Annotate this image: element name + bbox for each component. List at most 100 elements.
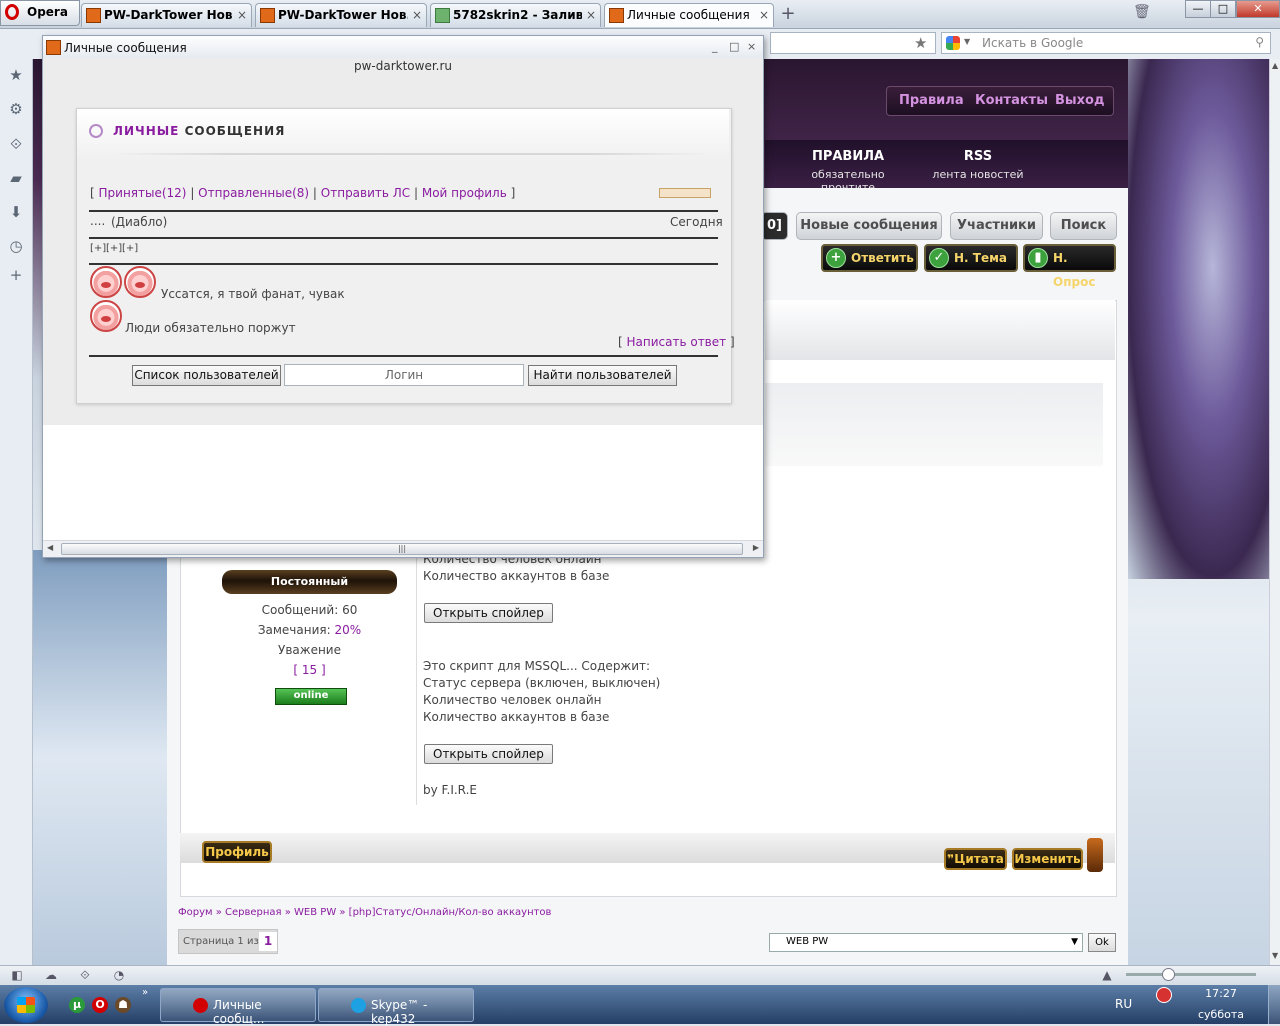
forum-tab-search[interactable]: Поиск [1050, 212, 1117, 240]
pm-nav-profile[interactable]: Мой профиль [422, 186, 507, 200]
gear-icon[interactable]: ⚙ [8, 101, 24, 117]
skype-tray-icon[interactable] [1156, 987, 1172, 1003]
close-tab-icon[interactable]: × [759, 8, 769, 22]
open-spoiler-button[interactable]: Открыть спойлер [424, 744, 553, 764]
pm-message-from[interactable]: (Диабло) [111, 215, 167, 229]
close-window-button[interactable]: ✕ [1236, 0, 1280, 18]
pm-nav-sent[interactable]: Отправленные(8) [198, 186, 309, 200]
taskbar-item-opera[interactable]: Личные сообщ... [160, 988, 316, 1026]
tab-personal-messages[interactable]: Личные сообщения × [604, 3, 774, 27]
show-desktop-button[interactable] [1268, 985, 1280, 1024]
expand-button[interactable]: [+] [106, 243, 122, 254]
add-panel-icon[interactable]: + [8, 267, 24, 283]
edit-button[interactable]: Изменить [1012, 848, 1083, 870]
opera-status-bar [0, 965, 1280, 986]
page-link-current[interactable]: 1 [259, 932, 277, 951]
opera-menu-button[interactable]: Opera [0, 0, 80, 26]
popup-close-button[interactable]: × [747, 40, 756, 53]
game-launcher-icon[interactable]: ☗ [115, 997, 131, 1013]
pm-divider [89, 210, 718, 212]
unite-icon[interactable]: ⟐ [78, 968, 92, 982]
speed-dial-icon[interactable]: ◔ [112, 968, 126, 982]
scroll-thumb[interactable]: ||| [61, 543, 743, 555]
scroll-down-icon[interactable]: ▼ [1272, 951, 1278, 960]
user-list-button[interactable]: Список пользователей [132, 365, 281, 386]
address-field[interactable] [770, 32, 936, 54]
keyboard-language[interactable]: RU [1115, 997, 1132, 1011]
share-icon[interactable]: ⟐ [8, 136, 24, 152]
search-placeholder: Искать в Google [982, 36, 1084, 50]
quote-button[interactable]: ❞Цитата [944, 848, 1007, 870]
chevron-down-icon[interactable]: ▼ [964, 37, 970, 46]
nav-rules[interactable]: Правила [899, 93, 964, 108]
panel-toggle-icon[interactable]: ◧ [10, 968, 24, 982]
tab-skrin[interactable]: 5782skrin2 - Залив... × [430, 3, 601, 27]
maximize-button[interactable]: □ [1210, 0, 1236, 18]
search-field[interactable]: ▼ Искать в Google ⚲ [941, 32, 1271, 54]
open-spoiler-button[interactable]: Открыть спойлер [424, 603, 553, 623]
forum-tab-members[interactable]: Участники [950, 212, 1043, 240]
bookmark-star-icon[interactable]: ★ [914, 34, 927, 52]
nav-contacts[interactable]: Контакты [975, 93, 1048, 108]
site-nav-rss[interactable]: RSS [938, 149, 1018, 164]
minimize-button[interactable]: — [1185, 0, 1211, 18]
close-tab-icon[interactable]: × [412, 8, 422, 22]
scroll-right-icon[interactable]: ▶ [753, 543, 759, 552]
pm-nav-send[interactable]: Отправить ЛС [321, 186, 410, 200]
zoom-slider-track[interactable] [1126, 973, 1256, 976]
login-input[interactable]: Логин [284, 364, 524, 386]
write-reply-link[interactable]: Написать ответ [627, 335, 727, 349]
utorrent-icon[interactable]: µ [69, 997, 85, 1013]
taskbar-item-skype[interactable]: Skype™ - kep432 [318, 988, 474, 1026]
close-tab-icon[interactable]: × [586, 8, 596, 22]
search-icon[interactable]: ⚲ [1255, 35, 1264, 49]
bottle-decor-icon[interactable] [1087, 838, 1103, 872]
forum-tab-partial[interactable]: 0] [761, 212, 788, 240]
nav-logout[interactable]: Выход [1055, 93, 1104, 108]
jump-ok-button[interactable]: Ok [1088, 933, 1116, 952]
expand-button[interactable]: [+] [90, 243, 106, 254]
user-respect-value[interactable]: [ 15 ] [222, 663, 397, 677]
popup-maximize-button[interactable]: □ [729, 40, 739, 53]
downloads-icon[interactable]: ⬇ [8, 204, 24, 220]
forum-jump-select[interactable]: WEB PW ▼ [769, 933, 1083, 952]
clock[interactable]: 17:27 суббота [1196, 987, 1246, 1021]
expand-button[interactable]: [+] [122, 243, 138, 254]
reply-button[interactable]: + Ответить [821, 244, 918, 272]
pig-smiley-icon [90, 300, 122, 332]
popup-title-bar[interactable]: Личные сообщения [43, 36, 763, 59]
view-icon[interactable]: ▲ [1100, 968, 1114, 982]
image-favicon-icon [435, 8, 450, 23]
scroll-up-icon[interactable]: ▲ [1272, 61, 1278, 70]
find-users-button[interactable]: Найти пользователей [528, 365, 677, 386]
forum-tab-new-messages[interactable]: Новые сообщения [796, 212, 942, 240]
pm-nav-inbox[interactable]: Принятые(12) [99, 186, 187, 200]
new-tab-button[interactable]: + [778, 4, 798, 24]
opera-quicklaunch-icon[interactable]: O [92, 997, 108, 1013]
new-poll-button[interactable]: ▮ Н. Опрос [1023, 244, 1116, 289]
bookmarks-star-icon[interactable]: ★ [8, 67, 24, 83]
tab-pw-darktower-1[interactable]: PW-DarkTower Нов... × [81, 3, 252, 27]
scroll-left-icon[interactable]: ◀ [47, 543, 53, 552]
start-button[interactable] [4, 987, 48, 1023]
site-nav-rules[interactable]: ПРАВИЛА [790, 149, 906, 164]
new-topic-button[interactable]: ✓ Н. Тема [924, 244, 1018, 272]
popup-horizontal-scrollbar[interactable]: ◀ ||| ▶ [43, 540, 763, 557]
history-clock-icon[interactable]: ◷ [8, 238, 24, 254]
notes-icon[interactable]: ▰ [8, 170, 24, 186]
post-body-header [765, 383, 1103, 466]
pm-message-date: Сегодня [670, 215, 723, 229]
close-tab-icon[interactable]: × [237, 8, 247, 22]
page-vertical-scrollbar[interactable]: ▲ ▼ [1269, 59, 1280, 965]
quicklaunch-more-icon[interactable]: » [142, 987, 148, 998]
zoom-slider-knob[interactable] [1162, 968, 1175, 981]
popup-minimize-button[interactable]: _ [712, 40, 718, 53]
check-icon: ✓ [929, 248, 949, 268]
cloud-icon[interactable]: ☁ [44, 968, 58, 982]
tab-pw-darktower-2[interactable]: PW-DarkTower Нов... × [255, 3, 427, 27]
profile-button[interactable]: Профиль [202, 841, 272, 863]
pm-divider [89, 263, 718, 265]
pig-smiley-icon [90, 266, 122, 298]
breadcrumb[interactable]: Форум » Серверная » WEB PW » [php]Статус… [178, 907, 551, 918]
trash-icon[interactable]: 🗑 [1133, 4, 1151, 20]
